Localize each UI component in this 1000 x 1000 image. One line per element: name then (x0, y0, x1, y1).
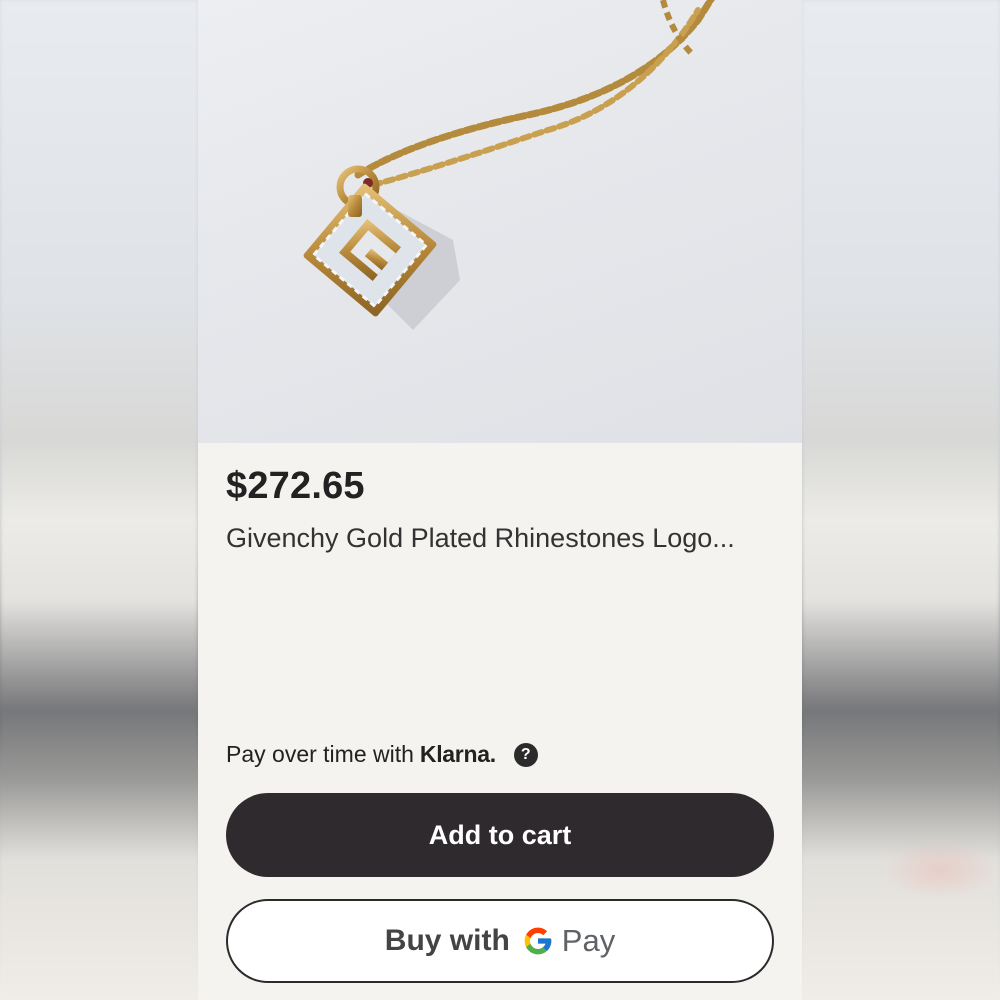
product-image[interactable] (198, 0, 802, 443)
add-to-cart-button[interactable]: Add to cart (226, 793, 774, 877)
product-title[interactable]: Givenchy Gold Plated Rhinestones Logo... (226, 523, 786, 554)
question-mark-icon[interactable]: ? (513, 742, 538, 767)
product-card: $272.65 Givenchy Gold Plated Rhinestones… (198, 0, 802, 1000)
product-price: $272.65 (226, 465, 365, 507)
gpay-prefix: Buy with (384, 924, 510, 957)
blurred-background-left (0, 0, 198, 1000)
klarna-prefix: Pay over time with (226, 741, 414, 767)
buy-with-google-pay-button[interactable]: Buy with Pay (226, 899, 774, 983)
necklace-photo (303, 0, 715, 330)
gpay-suffix: Pay (561, 923, 616, 958)
klarna-logo: Klarna. (419, 741, 496, 767)
google-g-icon (522, 925, 554, 957)
product-info: $272.65 Givenchy Gold Plated Rhinestones… (198, 443, 802, 1000)
klarna-financing: Pay over time with Klarna. ? (226, 741, 538, 768)
blurred-background-right (802, 0, 1000, 1000)
